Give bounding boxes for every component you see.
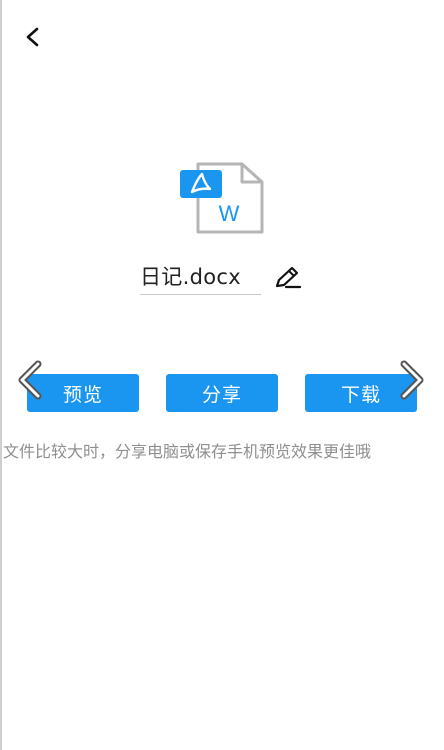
prev-arrow-button[interactable] xyxy=(16,360,44,400)
chevron-left-icon xyxy=(26,27,39,47)
rename-button[interactable] xyxy=(273,265,303,291)
left-edge-divider xyxy=(0,0,2,750)
back-button[interactable] xyxy=(18,22,48,52)
chevron-left-icon xyxy=(18,360,42,400)
filename-row: 日记.docx xyxy=(140,262,310,298)
pdf-acrobat-badge-icon xyxy=(180,170,222,198)
next-arrow-button[interactable] xyxy=(398,360,426,400)
tip-text: 文件比较大时，分享电脑或保存手机预览效果更佳哦 xyxy=(3,442,372,461)
filename-underline xyxy=(140,294,261,295)
pencil-icon xyxy=(275,266,302,289)
chevron-right-icon xyxy=(400,360,424,400)
share-button[interactable]: 分享 xyxy=(166,374,278,412)
file-name: 日记.docx xyxy=(140,265,241,289)
word-document-icon: W xyxy=(178,162,268,236)
svg-text:W: W xyxy=(219,201,240,226)
